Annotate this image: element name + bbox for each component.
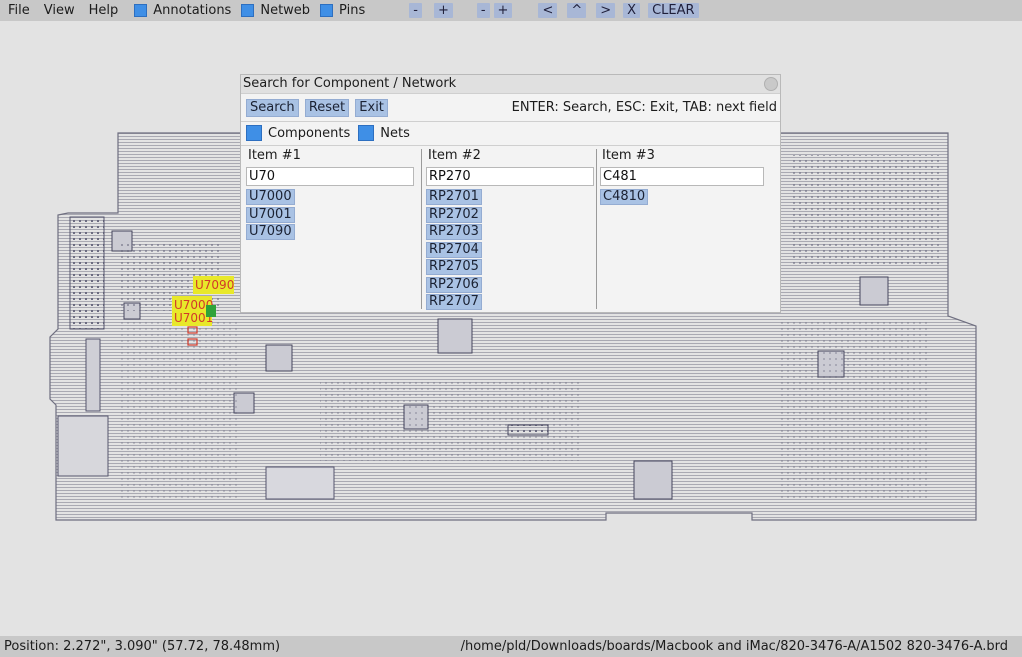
result-item[interactable]: RP2702 (426, 206, 482, 223)
connector-bottom (265, 466, 335, 500)
result-item[interactable]: U7000 (246, 189, 295, 205)
nets-checkbox[interactable] (358, 125, 375, 141)
item-2-input[interactable] (426, 167, 594, 186)
result-item[interactable]: RP2704 (426, 241, 482, 258)
cursor-position: Position: 2.272", 3.090" (57.72, 78.48mm… (4, 639, 281, 654)
port-bottom-left (57, 415, 109, 477)
highlight-green-part (206, 305, 216, 317)
item-2-results: RP2701 RP2702 RP2703 RP2704 RP2705 RP270… (426, 188, 601, 311)
chip-d (437, 318, 473, 354)
column-divider (421, 149, 422, 309)
result-item[interactable]: RP2707 (426, 294, 482, 310)
result-item[interactable]: U7090 (246, 224, 295, 240)
chip-cpu (633, 460, 673, 500)
result-item[interactable]: RP2706 (426, 276, 482, 293)
search-column-3: Item #3 C4810 (600, 149, 775, 206)
column-header: Item #3 (602, 148, 655, 163)
netweb-checkbox[interactable] (241, 4, 255, 17)
component-cluster-lower-left (120, 321, 240, 501)
column-header: Item #2 (428, 148, 481, 163)
connector-lower-left (85, 338, 101, 412)
menu-view[interactable]: View (36, 0, 75, 21)
pins-checkbox[interactable] (320, 4, 334, 17)
annotations-checkbox[interactable] (134, 4, 148, 17)
search-filters: Components Nets (246, 124, 418, 142)
label-u7090: U7090 (195, 278, 234, 292)
column-divider (596, 149, 597, 309)
up-button[interactable]: ^ (567, 3, 587, 18)
result-item[interactable]: RP2701 (426, 189, 482, 205)
item-3-input[interactable] (600, 167, 764, 186)
next-button[interactable]: > (596, 3, 616, 18)
dialog-title: Search for Component / Network (243, 76, 457, 91)
annotations-toggle[interactable]: Annotations (134, 3, 231, 18)
search-dialog: Search for Component / Network Search Re… (240, 74, 781, 313)
clear-button[interactable]: CLEAR (648, 3, 699, 18)
connector-left (69, 216, 105, 330)
components-checkbox[interactable] (246, 125, 262, 141)
zoom-out-button[interactable]: - (409, 3, 422, 18)
reset-button[interactable]: Reset (304, 99, 350, 117)
result-item[interactable]: RP2703 (426, 224, 482, 240)
component-cluster-right (792, 155, 942, 265)
rotate-right-button[interactable]: + (493, 3, 513, 18)
netweb-label: Netweb (260, 3, 311, 18)
components-label: Components (268, 125, 351, 141)
pins-toggle[interactable]: Pins (320, 3, 365, 18)
item-1-results: U7000 U7001 U7090 (246, 188, 421, 241)
component-cluster-lower-right (780, 321, 930, 501)
x-button[interactable]: X (623, 3, 641, 18)
netweb-toggle[interactable]: Netweb (241, 3, 310, 18)
pins-label: Pins (339, 3, 366, 18)
menu-help[interactable]: Help (81, 0, 119, 21)
file-path: /home/pld/Downloads/boards/Macbook and i… (460, 639, 1008, 654)
column-header: Item #1 (248, 148, 301, 163)
exit-button[interactable]: Exit (355, 99, 388, 117)
result-item[interactable]: C4810 (600, 189, 649, 205)
item-1-input[interactable] (246, 167, 414, 186)
prev-button[interactable]: < (538, 3, 558, 18)
search-column-2: Item #2 RP2701 RP2702 RP2703 RP2704 RP27… (426, 149, 601, 311)
highlight-u7090[interactable]: U7090 (193, 276, 234, 294)
divider (241, 145, 780, 146)
search-button[interactable]: Search (246, 99, 299, 117)
nets-label: Nets (380, 125, 410, 141)
zoom-in-button[interactable]: + (433, 3, 453, 18)
chip-g (859, 276, 889, 306)
rotate-left-button[interactable]: - (476, 3, 490, 18)
chip-a (265, 344, 293, 372)
menu-file[interactable]: File (0, 0, 30, 21)
divider (241, 121, 780, 122)
status-bar: Position: 2.272", 3.090" (57.72, 78.48mm… (0, 636, 1022, 657)
keyboard-hint: ENTER: Search, ESC: Exit, TAB: next fiel… (511, 100, 777, 115)
component-cluster-center (320, 381, 580, 461)
result-item[interactable]: RP2705 (426, 259, 482, 275)
item-3-results: C4810 (600, 188, 775, 206)
menu-bar: File View Help Annotations Netweb Pins -… (0, 0, 1022, 21)
dialog-actions: Search Reset Exit ENTER: Search, ESC: Ex… (246, 99, 777, 119)
dialog-close-icon[interactable] (764, 77, 778, 91)
dialog-titlebar[interactable]: Search for Component / Network (241, 75, 780, 94)
annotations-label: Annotations (153, 3, 232, 18)
search-column-1: Item #1 U7000 U7001 U7090 (246, 149, 421, 241)
result-item[interactable]: U7001 (246, 206, 295, 223)
